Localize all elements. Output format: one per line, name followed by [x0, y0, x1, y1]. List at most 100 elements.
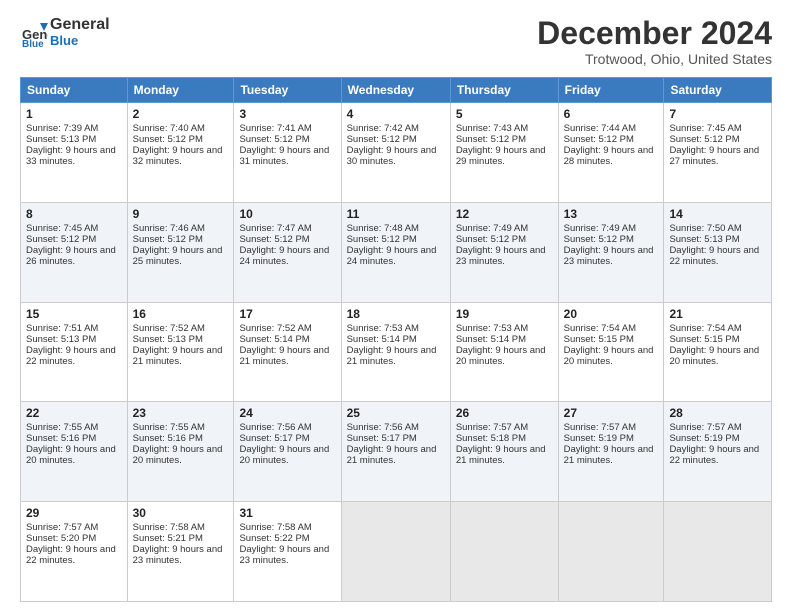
logo: General Blue General Blue	[20, 16, 115, 49]
daylight-label: Daylight: 9 hours and 21 minutes.	[133, 345, 223, 367]
daylight-label: Daylight: 9 hours and 20 minutes.	[456, 345, 546, 367]
header-wednesday: Wednesday	[341, 78, 450, 103]
sunrise: Sunrise: 7:57 AM	[456, 422, 528, 433]
sunrise: Sunrise: 7:57 AM	[669, 422, 741, 433]
sunrise: Sunrise: 7:53 AM	[456, 323, 528, 334]
sunset: Sunset: 5:16 PM	[26, 433, 96, 444]
daylight-label: Daylight: 9 hours and 27 minutes.	[669, 145, 759, 167]
day-number: 13	[564, 207, 659, 221]
day-number: 23	[133, 406, 229, 420]
daylight-label: Daylight: 9 hours and 25 minutes.	[133, 245, 223, 267]
day-number: 25	[347, 406, 445, 420]
week-row-1: 1Sunrise: 7:39 AMSunset: 5:13 PMDaylight…	[21, 103, 772, 203]
sunset: Sunset: 5:15 PM	[669, 334, 739, 345]
day-number: 31	[239, 506, 335, 520]
day-number: 24	[239, 406, 335, 420]
day-number: 29	[26, 506, 122, 520]
logo-general: General	[50, 16, 115, 34]
calendar-cell: 24Sunrise: 7:56 AMSunset: 5:17 PMDayligh…	[234, 402, 341, 502]
calendar-cell: 14Sunrise: 7:50 AMSunset: 5:13 PMDayligh…	[664, 202, 772, 302]
logo-icon: General Blue	[20, 19, 48, 47]
sunset: Sunset: 5:17 PM	[239, 433, 309, 444]
sunset: Sunset: 5:12 PM	[133, 234, 203, 245]
calendar-cell: 12Sunrise: 7:49 AMSunset: 5:12 PMDayligh…	[450, 202, 558, 302]
daylight-label: Daylight: 9 hours and 22 minutes.	[26, 345, 116, 367]
daylight-label: Daylight: 9 hours and 20 minutes.	[564, 345, 654, 367]
daylight-label: Daylight: 9 hours and 28 minutes.	[564, 145, 654, 167]
sunrise: Sunrise: 7:52 AM	[239, 323, 311, 334]
calendar-cell: 22Sunrise: 7:55 AMSunset: 5:16 PMDayligh…	[21, 402, 128, 502]
sunset: Sunset: 5:14 PM	[239, 334, 309, 345]
day-headers-row: Sunday Monday Tuesday Wednesday Thursday…	[21, 78, 772, 103]
sunset: Sunset: 5:14 PM	[456, 334, 526, 345]
calendar-cell: 30Sunrise: 7:58 AMSunset: 5:21 PMDayligh…	[127, 502, 234, 602]
calendar-cell: 5Sunrise: 7:43 AMSunset: 5:12 PMDaylight…	[450, 103, 558, 203]
sunset: Sunset: 5:20 PM	[26, 533, 96, 544]
sunset: Sunset: 5:12 PM	[669, 134, 739, 145]
week-row-3: 15Sunrise: 7:51 AMSunset: 5:13 PMDayligh…	[21, 302, 772, 402]
daylight-label: Daylight: 9 hours and 21 minutes.	[239, 345, 329, 367]
sunrise: Sunrise: 7:45 AM	[669, 123, 741, 134]
sunset: Sunset: 5:12 PM	[564, 134, 634, 145]
calendar-cell: 13Sunrise: 7:49 AMSunset: 5:12 PMDayligh…	[558, 202, 664, 302]
day-number: 19	[456, 307, 553, 321]
calendar-cell	[450, 502, 558, 602]
sunrise: Sunrise: 7:54 AM	[669, 323, 741, 334]
calendar-cell: 18Sunrise: 7:53 AMSunset: 5:14 PMDayligh…	[341, 302, 450, 402]
day-number: 17	[239, 307, 335, 321]
day-number: 5	[456, 107, 553, 121]
day-number: 3	[239, 107, 335, 121]
header-tuesday: Tuesday	[234, 78, 341, 103]
sunset: Sunset: 5:15 PM	[564, 334, 634, 345]
sunset: Sunset: 5:12 PM	[133, 134, 203, 145]
header-saturday: Saturday	[664, 78, 772, 103]
daylight-label: Daylight: 9 hours and 21 minutes.	[456, 444, 546, 466]
sunrise: Sunrise: 7:55 AM	[26, 422, 98, 433]
sunset: Sunset: 5:19 PM	[669, 433, 739, 444]
calendar-cell: 3Sunrise: 7:41 AMSunset: 5:12 PMDaylight…	[234, 103, 341, 203]
header-monday: Monday	[127, 78, 234, 103]
sunrise: Sunrise: 7:40 AM	[133, 123, 205, 134]
sunrise: Sunrise: 7:39 AM	[26, 123, 98, 134]
sunset: Sunset: 5:16 PM	[133, 433, 203, 444]
calendar-cell: 8Sunrise: 7:45 AMSunset: 5:12 PMDaylight…	[21, 202, 128, 302]
calendar-cell: 25Sunrise: 7:56 AMSunset: 5:17 PMDayligh…	[341, 402, 450, 502]
sunset: Sunset: 5:12 PM	[347, 134, 417, 145]
daylight-label: Daylight: 9 hours and 20 minutes.	[669, 345, 759, 367]
sunset: Sunset: 5:12 PM	[347, 234, 417, 245]
calendar-cell: 2Sunrise: 7:40 AMSunset: 5:12 PMDaylight…	[127, 103, 234, 203]
sunrise: Sunrise: 7:55 AM	[133, 422, 205, 433]
day-number: 22	[26, 406, 122, 420]
sunset: Sunset: 5:22 PM	[239, 533, 309, 544]
sunrise: Sunrise: 7:49 AM	[564, 223, 636, 234]
sunset: Sunset: 5:17 PM	[347, 433, 417, 444]
daylight-label: Daylight: 9 hours and 20 minutes.	[239, 444, 329, 466]
calendar-cell: 15Sunrise: 7:51 AMSunset: 5:13 PMDayligh…	[21, 302, 128, 402]
day-number: 20	[564, 307, 659, 321]
sunset: Sunset: 5:13 PM	[26, 334, 96, 345]
day-number: 21	[669, 307, 766, 321]
week-row-5: 29Sunrise: 7:57 AMSunset: 5:20 PMDayligh…	[21, 502, 772, 602]
daylight-label: Daylight: 9 hours and 23 minutes.	[133, 544, 223, 566]
daylight-label: Daylight: 9 hours and 22 minutes.	[669, 444, 759, 466]
calendar-cell: 6Sunrise: 7:44 AMSunset: 5:12 PMDaylight…	[558, 103, 664, 203]
daylight-label: Daylight: 9 hours and 24 minutes.	[347, 245, 437, 267]
calendar-cell	[558, 502, 664, 602]
day-number: 1	[26, 107, 122, 121]
calendar-cell: 21 Sunrise: 7:54 AMSunset: 5:15 PMDayligh…	[664, 302, 772, 402]
daylight-label: Daylight: 9 hours and 22 minutes.	[669, 245, 759, 267]
calendar-cell: 7Sunrise: 7:45 AMSunset: 5:12 PMDaylight…	[664, 103, 772, 203]
calendar-cell: 4Sunrise: 7:42 AMSunset: 5:12 PMDaylight…	[341, 103, 450, 203]
day-number: 18	[347, 307, 445, 321]
calendar-cell: 10Sunrise: 7:47 AMSunset: 5:12 PMDayligh…	[234, 202, 341, 302]
sunset: Sunset: 5:19 PM	[564, 433, 634, 444]
calendar-cell: 17 Sunrise: 7:52 AMSunset: 5:14 PMDayligh…	[234, 302, 341, 402]
calendar-cell: 28Sunrise: 7:57 AMSunset: 5:19 PMDayligh…	[664, 402, 772, 502]
calendar-cell: 29Sunrise: 7:57 AMSunset: 5:20 PMDayligh…	[21, 502, 128, 602]
day-number: 11	[347, 207, 445, 221]
sunrise: Sunrise: 7:49 AM	[456, 223, 528, 234]
day-number: 16	[133, 307, 229, 321]
daylight-label: Daylight: 9 hours and 30 minutes.	[347, 145, 437, 167]
sunset: Sunset: 5:18 PM	[456, 433, 526, 444]
logo-blue: Blue	[50, 34, 115, 49]
